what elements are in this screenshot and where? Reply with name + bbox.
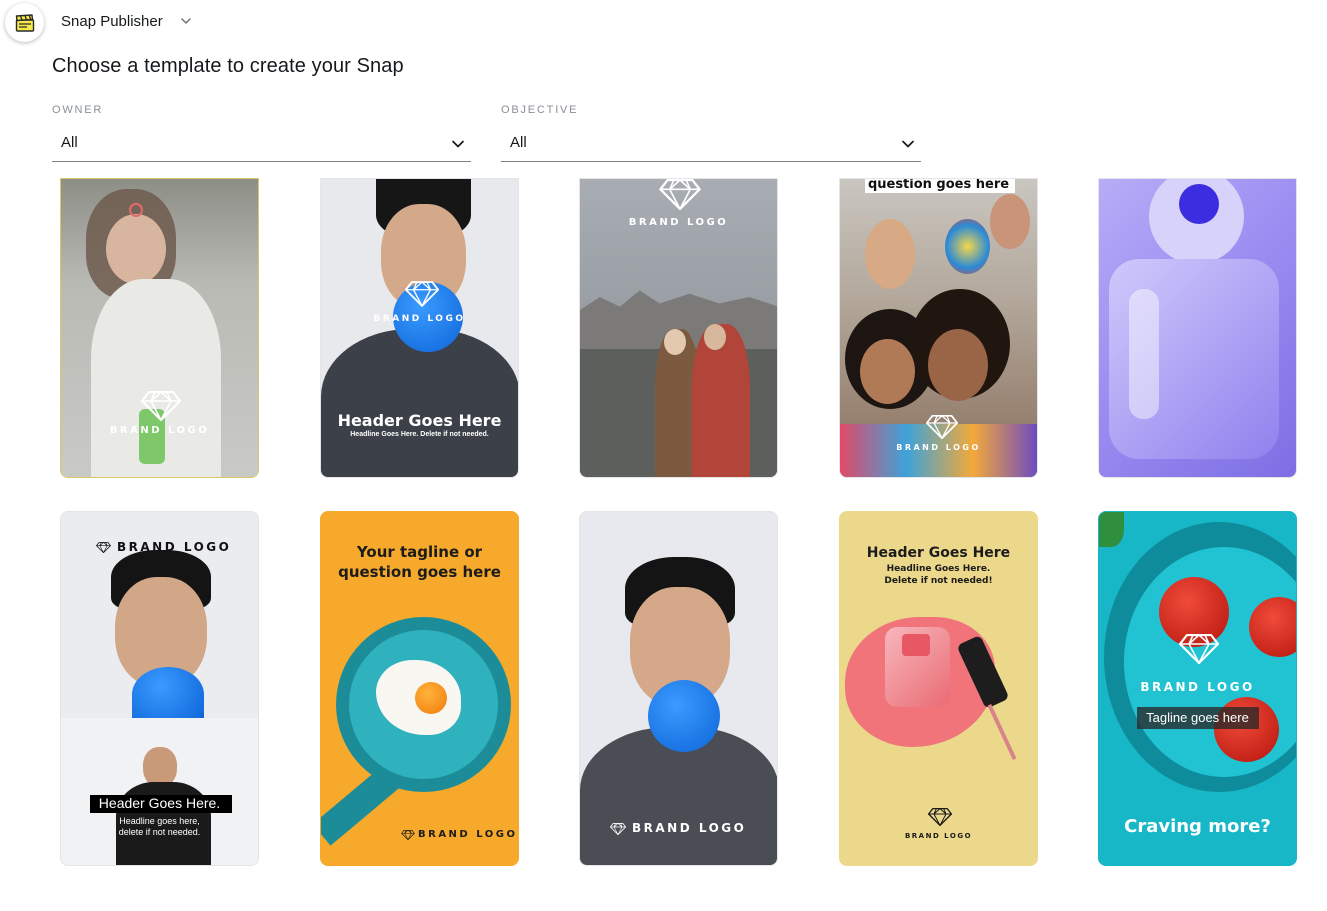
egg-yolk [415,682,447,714]
diamond-logo-icon [405,281,439,307]
bottle-neck [902,634,930,656]
chevron-down-icon[interactable] [180,15,192,27]
pan-handle [321,766,400,846]
owner-filter: OWNER All [52,104,471,162]
beach-ball [945,219,990,274]
subheader-text-1: Headline goes here, [119,816,200,826]
objective-value: All [510,134,527,151]
template-card-4[interactable]: question goes here BRAND LOGO [839,178,1038,478]
brand-logo-text: BRAND LOGO [1140,680,1255,694]
app-switcher-button[interactable] [5,3,44,42]
diamond-logo-icon [96,542,111,553]
owner-select[interactable]: All [52,129,471,162]
diamond-logo-icon [610,823,626,835]
tagline-text: Tagline goes here [1146,710,1249,725]
face [865,219,915,289]
face-left [664,329,686,355]
bubble-wand [129,203,143,217]
header-text: Header Goes Here [866,545,1011,561]
bottle-highlight [1129,289,1159,419]
diamond-logo-icon [926,415,958,439]
top-bar: Snap Publisher [0,0,1327,44]
bottle-opening [1179,184,1219,224]
caption-text: question goes here [867,178,1010,192]
blue-balloon [132,667,204,722]
template-card-3[interactable]: BRAND LOGO [579,178,778,478]
brand-logo-text: BRAND LOGO [418,829,518,840]
template-card-6[interactable]: BRAND LOGO Header Goes Here. Headline go… [60,511,259,866]
chevron-down-icon [452,140,464,148]
template-card-8[interactable]: BRAND LOGO [579,511,778,866]
face [143,747,177,787]
diamond-logo-icon [1179,634,1219,664]
app-name[interactable]: Snap Publisher [61,13,163,30]
clapperboard-icon [15,13,34,32]
brand-logo-text: BRAND LOGO [628,217,729,228]
subheader-text: Headline Goes Here. Delete if not needed… [350,431,489,438]
brand-logo-text: BRAND LOGO [109,425,210,436]
person-face [106,214,166,284]
template-card-7[interactable]: Your tagline or question goes here BRAND… [320,511,519,866]
owner-value: All [61,134,78,151]
tagline-text-1: Your tagline or [356,543,483,561]
blue-balloon [648,680,720,752]
brand-logo-text: BRAND LOGO [896,443,981,452]
template-card-5[interactable] [1098,178,1297,478]
face [928,329,988,401]
template-card-9[interactable]: Header Goes Here Headline Goes Here. Del… [839,511,1038,866]
diamond-logo-icon [141,391,181,421]
header-text: Header Goes Here [337,411,502,430]
diamond-logo-icon [928,808,952,826]
brand-logo-text: BRAND LOGO [373,314,466,324]
brush-stick [987,703,1017,761]
face-right [704,324,726,350]
template-card-2[interactable]: BRAND LOGO Header Goes Here Headline Goe… [320,178,519,478]
subheader-text-2: delete if not needed. [118,827,201,837]
template-card-1[interactable]: BRAND LOGO [60,178,259,478]
tagline-text-2: question goes here [338,563,501,581]
objective-filter: OBJECTIVE All [501,104,921,162]
objective-label: OBJECTIVE [501,104,579,116]
page-title: Choose a template to create your Snap [52,55,404,77]
face [860,339,915,404]
subheader-text-1: Headline Goes Here. [886,564,991,574]
brand-logo-text: BRAND LOGO [632,821,747,835]
objective-select[interactable]: All [501,129,921,162]
diamond-logo-icon [401,830,415,840]
cta-text: Craving more? [1124,816,1271,837]
face [990,194,1030,249]
herb-leaf [1099,512,1124,547]
header-text: Header Goes Here. [98,795,221,811]
chevron-down-icon [902,140,914,148]
brand-logo-text: BRAND LOGO [904,832,973,840]
template-card-10[interactable]: BRAND LOGO Tagline goes here Craving mor… [1098,511,1297,866]
sweater [321,329,518,477]
owner-label: OWNER [52,104,104,116]
diamond-logo-icon [659,179,701,210]
subheader-text-2: Delete if not needed! [884,576,993,586]
